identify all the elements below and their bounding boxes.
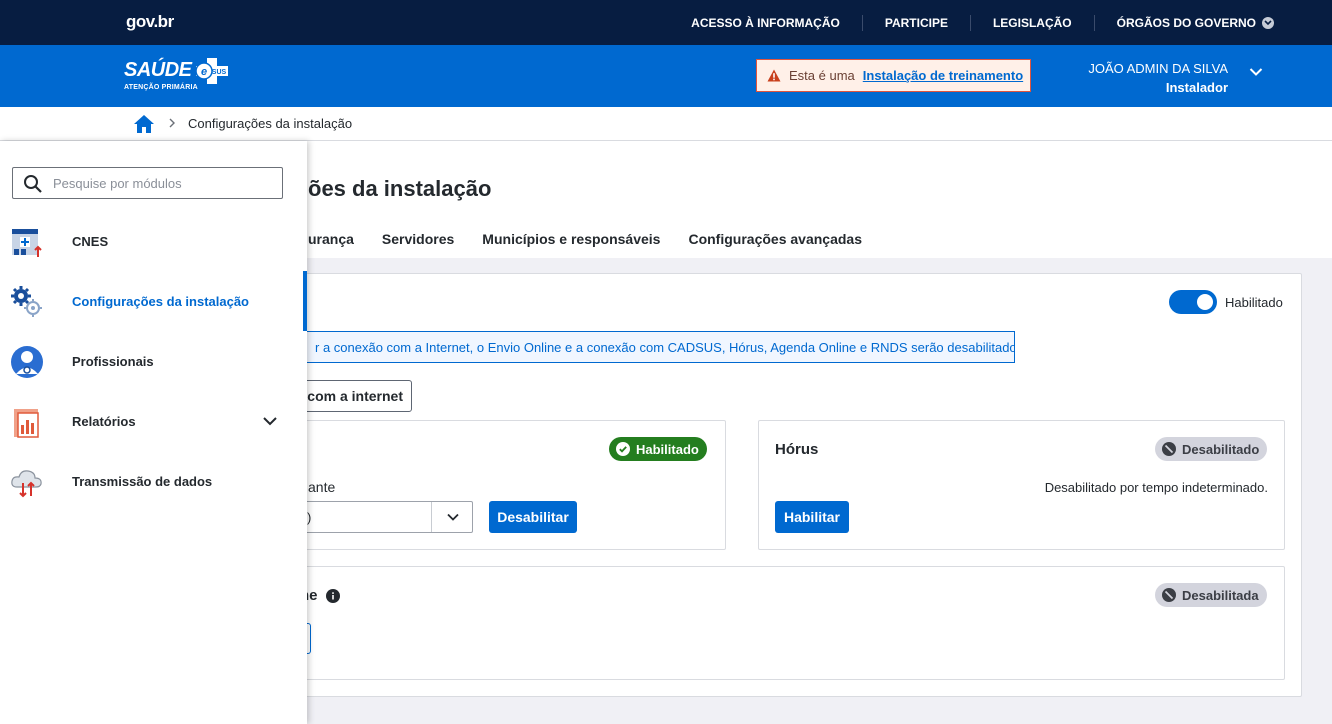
logo-saude-text: SAÚDE: [124, 59, 192, 81]
horus-description: Desabilitado por tempo indeterminado.: [1044, 480, 1268, 495]
gov-links: ACESSO À INFORMAÇÃO PARTICIPE LEGISLAÇÃO…: [669, 0, 1332, 45]
page-title: ões da instalação: [308, 176, 492, 201]
status-badge-label: Desabilitada: [1182, 587, 1259, 603]
check-circle-icon: [616, 442, 630, 456]
svg-text:SUS: SUS: [211, 69, 226, 76]
report-icon: [14, 409, 39, 438]
status-badge-desabilitada: Desabilitada: [1155, 583, 1267, 607]
logo-subtitle: ATENÇÃO PRIMÁRIA: [124, 84, 198, 91]
user-menu[interactable]: JOÃO ADMIN DA SILVA Instalador: [1088, 59, 1228, 97]
cnes-icon: [12, 229, 42, 257]
test-internet-connection-button[interactable]: com a internet: [300, 380, 412, 412]
user-menu-chevron-down-icon[interactable]: [1249, 67, 1263, 77]
gov-link-participe[interactable]: PARTICIPE: [863, 14, 971, 31]
tab-servidores[interactable]: Servidores: [382, 231, 454, 247]
sidebar-item-relatorios[interactable]: Relatórios: [0, 391, 307, 451]
internet-toggle-switch[interactable]: [1169, 290, 1217, 314]
chevron-down-icon[interactable]: [262, 413, 278, 429]
status-badge-desabilitado: Desabilitado: [1155, 437, 1268, 461]
select-value: ): [307, 510, 312, 525]
cloud-transfer-icon: [11, 470, 42, 498]
training-alert-text: Esta é uma: [789, 68, 855, 83]
blocked-icon: [1162, 442, 1176, 456]
module-search-input[interactable]: [53, 168, 278, 198]
info-icon[interactable]: [325, 588, 340, 603]
search-icon: [24, 175, 42, 193]
internet-info-alert: r a conexão com a Internet, o Envio Onli…: [300, 331, 1015, 363]
sidebar-item-transmissao-dados[interactable]: Transmissão de dados: [0, 451, 307, 511]
tab-configuracoes-avancadas[interactable]: Configurações avançadas: [688, 231, 862, 247]
gears-icon: [11, 286, 42, 317]
gov-link-legislacao[interactable]: LEGISLAÇÃO: [971, 14, 1095, 31]
enable-button[interactable]: Habilitar: [775, 501, 849, 533]
professional-icon: [11, 346, 43, 378]
chevron-down-icon: [447, 513, 459, 521]
svg-text:e: e: [200, 66, 206, 78]
breadcrumb: Configurações da instalação: [0, 107, 1332, 141]
home-icon[interactable]: [133, 114, 155, 134]
sidebar-item-profissionais[interactable]: Profissionais: [0, 331, 307, 391]
user-name: JOÃO ADMIN DA SILVA: [1088, 61, 1228, 76]
tab-seguranca[interactable]: urança: [308, 231, 354, 247]
module-search: [12, 167, 283, 199]
sidebar-item-label: Relatórios: [72, 413, 136, 429]
chevron-down-icon: [1262, 16, 1274, 29]
internet-toggle-label: Habilitado: [1225, 294, 1283, 310]
module-sidebar: CNES Configurações da instalação Profiss…: [0, 141, 307, 724]
sidebar-item-cnes[interactable]: CNES: [0, 211, 307, 271]
status-badge-label: Habilitado: [636, 441, 699, 457]
sidebar-item-label: CNES: [72, 233, 109, 249]
internet-toggle-group: Habilitado: [1169, 290, 1283, 314]
breadcrumb-current: Configurações da instalação: [188, 116, 353, 131]
gov-link-orgaos-governo[interactable]: ÓRGÃOS DO GOVERNO: [1095, 15, 1332, 31]
warning-icon: [767, 69, 781, 82]
user-role: Instalador: [1165, 80, 1228, 95]
gov-link-acesso-informacao[interactable]: ACESSO À INFORMAÇÃO: [669, 14, 863, 31]
training-installation-alert: Esta é uma Instalação de treinamento: [756, 59, 1031, 92]
cadsus-select[interactable]: ): [300, 501, 473, 533]
sidebar-item-label: Configurações da instalação: [72, 293, 249, 309]
horus-title: Hórus: [775, 441, 819, 458]
sidebar-item-label: Profissionais: [72, 353, 154, 369]
training-installation-link[interactable]: Instalação de treinamento: [863, 68, 1023, 83]
sidebar-item-configuracoes-instalacao[interactable]: Configurações da instalação: [0, 271, 307, 331]
gov-br-logo[interactable]: gov.br: [126, 12, 174, 32]
field-label: ante: [308, 479, 336, 495]
gov-link-orgaos-label: ÓRGÃOS DO GOVERNO: [1116, 15, 1256, 30]
app-header: SAÚDE ATENÇÃO PRIMÁRIA e SUS Esta é uma …: [0, 45, 1332, 107]
gov-top-bar: gov.br ACESSO À INFORMAÇÃO PARTICIPE LEG…: [0, 0, 1332, 45]
tabs: urança Servidores Municípios e responsáv…: [308, 231, 862, 247]
saude-esus-logo[interactable]: SAÚDE ATENÇÃO PRIMÁRIA e SUS: [124, 58, 230, 91]
sidebar-item-label: Transmissão de dados: [72, 473, 213, 489]
chevron-right-icon: [169, 118, 175, 128]
tab-municipios-responsaveis[interactable]: Municípios e responsáveis: [482, 231, 660, 247]
esus-cross-icon: e SUS: [194, 58, 228, 84]
status-badge-habilitado: Habilitado: [609, 437, 707, 461]
online-card: [300, 566, 1285, 680]
select-divider: [431, 502, 432, 532]
disable-button[interactable]: Desabilitar: [489, 501, 577, 533]
blocked-icon: [1162, 588, 1176, 602]
status-badge-label: Desabilitado: [1182, 441, 1260, 457]
